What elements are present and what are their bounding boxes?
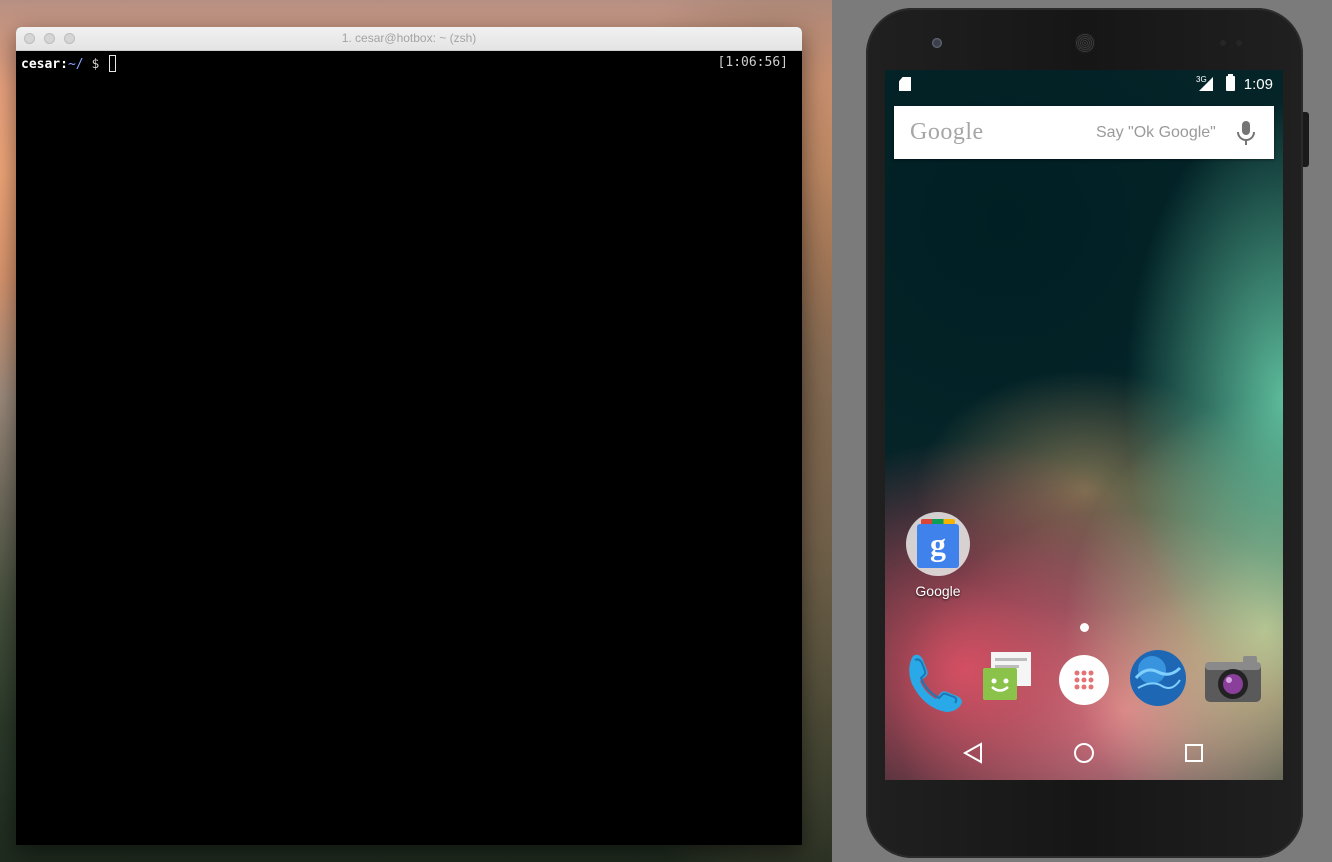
back-icon[interactable] bbox=[959, 738, 989, 768]
phone-icon[interactable] bbox=[899, 648, 963, 712]
browser-icon[interactable] bbox=[1126, 648, 1190, 712]
terminal-content[interactable]: cesar:~/ $ [1:06:56] bbox=[16, 51, 802, 845]
prompt-separator: : bbox=[60, 57, 68, 72]
google-logo: Google bbox=[910, 119, 984, 145]
ok-google-hint: Say "Ok Google" bbox=[1096, 124, 1216, 141]
status-bar[interactable]: 3G 1:09 bbox=[885, 70, 1283, 98]
google-search-widget[interactable]: Google Say "Ok Google" bbox=[894, 106, 1274, 159]
recents-icon[interactable] bbox=[1179, 738, 1209, 768]
folder-label: Google bbox=[915, 583, 961, 599]
phone-screen[interactable]: 3G 1:09 Google Say "Ok Google" g Google bbox=[885, 70, 1283, 780]
app-drawer-icon[interactable] bbox=[1052, 648, 1116, 712]
dock bbox=[885, 648, 1283, 718]
network-type: 3G bbox=[1196, 75, 1207, 84]
google-app-icon: g bbox=[917, 524, 959, 568]
terminal-window[interactable]: 1. cesar@hotbox: ~ (zsh) cesar:~/ $ [1:0… bbox=[16, 27, 802, 845]
messenger-icon[interactable] bbox=[975, 648, 1039, 712]
light-sensor bbox=[1236, 40, 1242, 46]
status-time: 1:09 bbox=[1243, 76, 1273, 93]
mic-icon[interactable] bbox=[1234, 120, 1258, 146]
prompt-user: cesar bbox=[21, 57, 61, 72]
terminal-titlebar[interactable]: 1. cesar@hotbox: ~ (zsh) bbox=[16, 27, 802, 51]
prompt-path: ~/ bbox=[67, 57, 84, 72]
terminal-title: 1. cesar@hotbox: ~ (zsh) bbox=[341, 31, 477, 45]
navigation-bar bbox=[885, 724, 1283, 780]
prompt-symbol: $ bbox=[83, 57, 108, 72]
front-camera bbox=[932, 38, 942, 48]
camera-icon[interactable] bbox=[1201, 648, 1265, 712]
home-icon[interactable] bbox=[1069, 738, 1099, 768]
right-prompt-time: [1:06:56] bbox=[717, 55, 788, 70]
earpiece-speaker bbox=[1075, 33, 1095, 53]
power-button[interactable] bbox=[1303, 112, 1309, 167]
proximity-sensor bbox=[1220, 40, 1226, 46]
sd-card-icon bbox=[899, 77, 911, 91]
page-indicator bbox=[1080, 623, 1089, 632]
text-cursor bbox=[109, 55, 117, 72]
google-folder[interactable]: g Google bbox=[903, 510, 973, 600]
battery-icon bbox=[1226, 74, 1235, 91]
prompt-line: cesar:~/ $ bbox=[21, 55, 117, 72]
